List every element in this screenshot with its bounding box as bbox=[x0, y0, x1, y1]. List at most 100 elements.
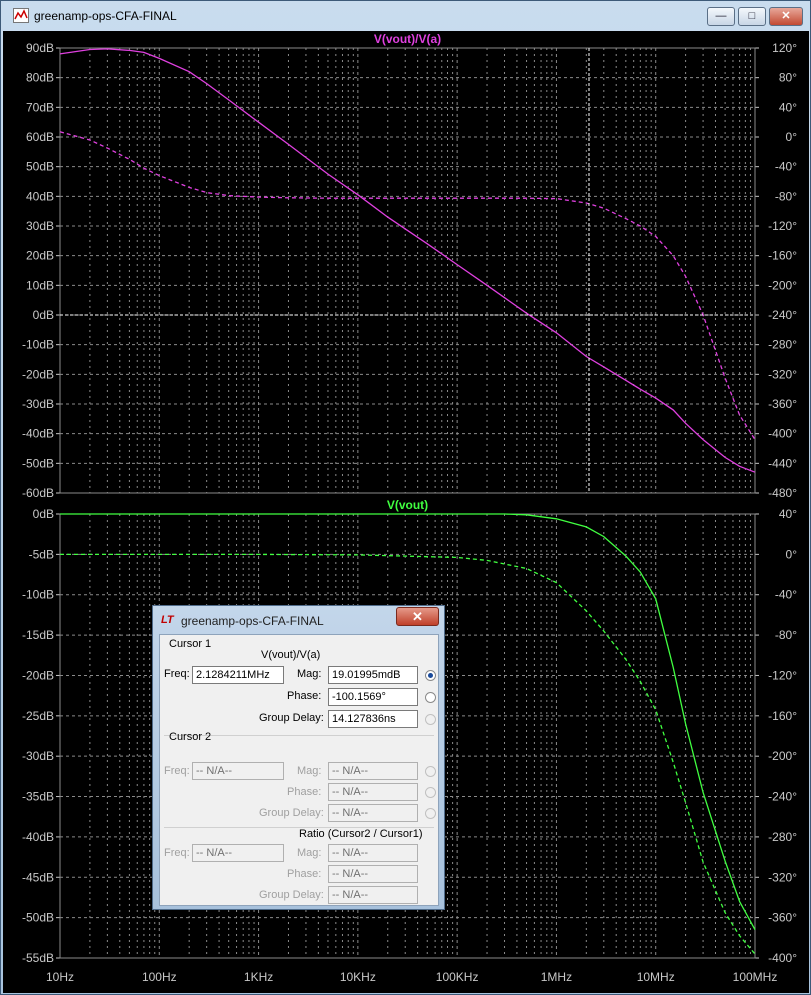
y2-tick-label: 40° bbox=[779, 100, 797, 114]
ratio-freq-label: Freq: bbox=[164, 847, 190, 859]
title-bar[interactable]: greenamp-ops-CFA-FINAL — □ ✕ bbox=[1, 1, 810, 31]
cursor2-phase-label: Phase: bbox=[287, 786, 322, 798]
window-title: greenamp-ops-CFA-FINAL bbox=[34, 9, 177, 23]
y-tick-label: 60dB bbox=[26, 130, 54, 144]
y-tick-label: -15dB bbox=[22, 628, 54, 642]
cursor2-groupdelay-label: Group Delay: bbox=[259, 807, 324, 819]
y2-tick-label: -120° bbox=[768, 219, 797, 233]
cursor2-groupdelay-radio[interactable] bbox=[425, 808, 436, 819]
ratio-groupdelay-label: Group Delay: bbox=[259, 889, 324, 901]
cursor1-heading: Cursor 1 bbox=[169, 638, 212, 650]
y2-tick-label: -40° bbox=[775, 588, 797, 602]
x-tick-label: 10MHz bbox=[637, 970, 675, 984]
y-tick-label: -60dB bbox=[22, 486, 54, 500]
y2-tick-label: -480° bbox=[768, 486, 797, 500]
ratio-groupdelay-field[interactable]: -- N/A-- bbox=[328, 886, 418, 904]
y2-tick-label: -240° bbox=[768, 308, 797, 322]
y-tick-label: -30dB bbox=[22, 397, 54, 411]
cursor2-heading: Cursor 2 bbox=[169, 731, 212, 743]
y-tick-label: -10dB bbox=[22, 588, 54, 602]
x-tick-label: 1KHz bbox=[244, 970, 273, 984]
y-tick-label: -10dB bbox=[22, 338, 54, 352]
y-tick-label: 70dB bbox=[26, 100, 54, 114]
y2-tick-label: -40° bbox=[775, 160, 797, 174]
minimize-icon: — bbox=[715, 10, 727, 22]
maximize-icon: □ bbox=[748, 10, 756, 22]
ratio-mag-field[interactable]: -- N/A-- bbox=[328, 844, 418, 862]
close-icon: ✕ bbox=[781, 10, 791, 22]
x-tick-label: 100KHz bbox=[436, 970, 479, 984]
y-tick-label: 10dB bbox=[26, 278, 54, 292]
waveform-app-icon bbox=[13, 8, 29, 23]
y-tick-label: 0dB bbox=[33, 507, 54, 521]
y2-tick-label: -200° bbox=[768, 278, 797, 292]
y2-tick-label: 80° bbox=[779, 71, 797, 85]
y-tick-label: -25dB bbox=[22, 709, 54, 723]
y2-tick-label: -360° bbox=[768, 397, 797, 411]
x-tick-label: 100MHz bbox=[733, 970, 778, 984]
cursor1-phase-field[interactable]: -100.1569° bbox=[328, 688, 418, 706]
cursor1-groupdelay-radio[interactable] bbox=[425, 714, 436, 725]
cursor1-phase-radio[interactable] bbox=[425, 692, 436, 703]
ratio-heading: Ratio (Cursor2 / Cursor1) bbox=[299, 828, 423, 840]
dialog-body: Cursor 1 V(vout)/V(a) Freq: 2.1284211MHz… bbox=[159, 634, 439, 906]
y2-tick-label: -400° bbox=[768, 427, 797, 441]
ratio-freq-field[interactable]: -- N/A-- bbox=[192, 844, 284, 862]
y-tick-label: 50dB bbox=[26, 160, 54, 174]
y-tick-label: 0dB bbox=[33, 308, 54, 322]
y-tick-label: -20dB bbox=[22, 367, 54, 381]
y2-tick-label: -80° bbox=[775, 628, 797, 642]
cursor2-freq-label: Freq: bbox=[164, 765, 190, 777]
y-tick-label: 20dB bbox=[26, 249, 54, 263]
minimize-button[interactable]: — bbox=[707, 7, 735, 26]
close-icon: ✕ bbox=[412, 609, 423, 624]
dialog-title: greenamp-ops-CFA-FINAL bbox=[181, 614, 324, 628]
y-tick-label: -30dB bbox=[22, 749, 54, 763]
y-tick-label: 30dB bbox=[26, 219, 54, 233]
cursor2-mag-radio[interactable] bbox=[425, 766, 436, 777]
y2-tick-label: -320° bbox=[768, 367, 797, 381]
cursor2-phase-radio[interactable] bbox=[425, 787, 436, 798]
y2-tick-label: 120° bbox=[772, 41, 797, 55]
y2-tick-label: -240° bbox=[768, 790, 797, 804]
y2-tick-label: -120° bbox=[768, 668, 797, 682]
trace-title: V(vout)/V(a) bbox=[374, 32, 441, 46]
cursor1-groupdelay-label: Group Delay: bbox=[259, 712, 324, 724]
y-tick-label: 40dB bbox=[26, 189, 54, 203]
cursor1-mag-radio[interactable] bbox=[425, 670, 436, 681]
cursor1-mag-field[interactable]: 19.01995mdB bbox=[328, 666, 418, 684]
x-tick-label: 10KHz bbox=[340, 970, 376, 984]
y2-tick-label: -280° bbox=[768, 830, 797, 844]
y-tick-label: -35dB bbox=[22, 790, 54, 804]
y2-tick-label: -200° bbox=[768, 749, 797, 763]
y2-tick-label: -440° bbox=[768, 456, 797, 470]
cursor1-groupdelay-field[interactable]: 14.127836ns bbox=[328, 710, 418, 728]
cursor2-phase-field[interactable]: -- N/A-- bbox=[328, 783, 418, 801]
y-tick-label: -50dB bbox=[22, 456, 54, 470]
cursor2-groupdelay-field[interactable]: -- N/A-- bbox=[328, 804, 418, 822]
cursor2-mag-field[interactable]: -- N/A-- bbox=[328, 762, 418, 780]
cursor2-mag-label: Mag: bbox=[297, 765, 322, 777]
y2-tick-label: -320° bbox=[768, 870, 797, 884]
cursor2-freq-field[interactable]: -- N/A-- bbox=[192, 762, 284, 780]
y-tick-label: -55dB bbox=[22, 951, 54, 965]
cursor-dialog[interactable]: LT greenamp-ops-CFA-FINAL ✕ Cursor 1 V(v… bbox=[152, 605, 445, 910]
y-tick-label: 90dB bbox=[26, 41, 54, 55]
y2-tick-label: -160° bbox=[768, 709, 797, 723]
y-tick-label: -50dB bbox=[22, 911, 54, 925]
y-tick-label: 80dB bbox=[26, 71, 54, 85]
ratio-phase-field[interactable]: -- N/A-- bbox=[328, 865, 418, 883]
x-tick-label: 10Hz bbox=[46, 970, 74, 984]
y2-tick-label: 0° bbox=[786, 547, 798, 561]
y-tick-label: -40dB bbox=[22, 830, 54, 844]
maximize-button[interactable]: □ bbox=[738, 7, 766, 26]
ratio-phase-label: Phase: bbox=[287, 868, 322, 880]
cursor1-mag-label: Mag: bbox=[297, 668, 322, 680]
cursor1-freq-field[interactable]: 2.1284211MHz bbox=[192, 666, 284, 684]
y2-tick-label: -80° bbox=[775, 189, 797, 203]
cursor1-trace-name: V(vout)/V(a) bbox=[261, 649, 321, 661]
y-tick-label: -5dB bbox=[29, 547, 54, 561]
close-button[interactable]: ✕ bbox=[769, 7, 803, 26]
dialog-close-button[interactable]: ✕ bbox=[396, 607, 439, 626]
ratio-mag-label: Mag: bbox=[297, 847, 322, 859]
